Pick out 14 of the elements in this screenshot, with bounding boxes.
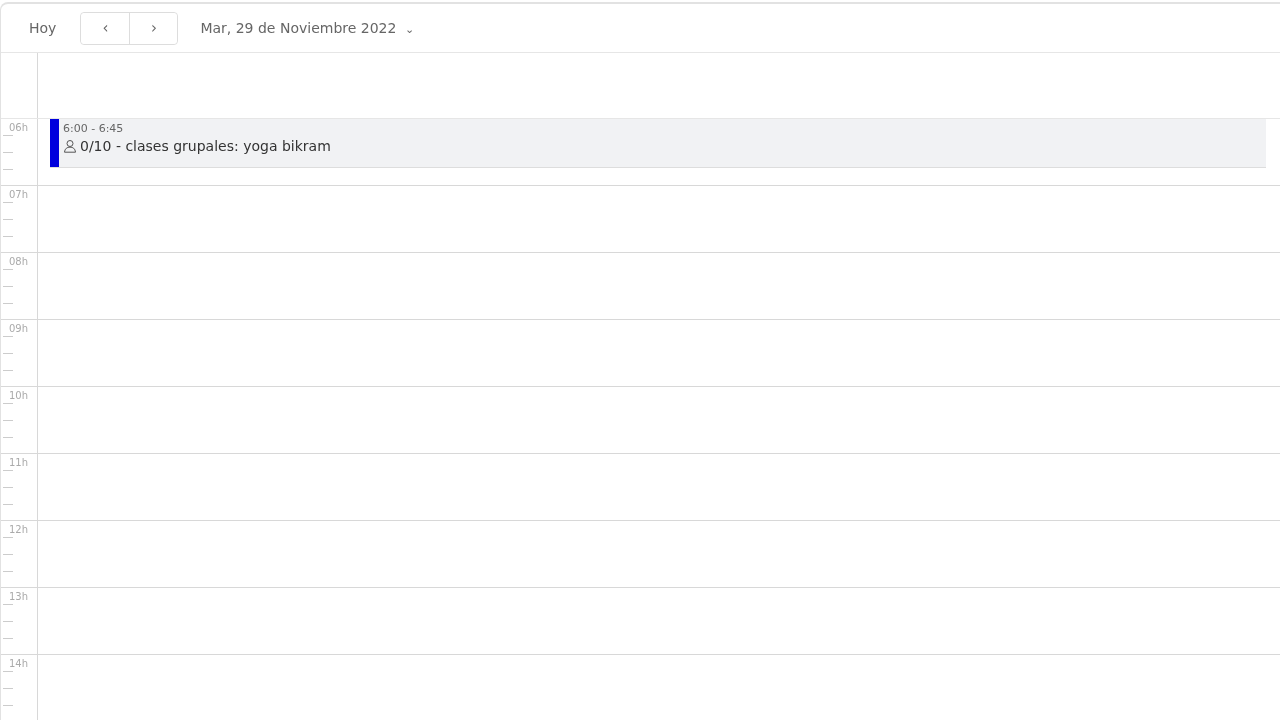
hour-label: 09h [9, 323, 29, 334]
event-card[interactable]: 6:00 - 6:45 0/10 - clases grupales: yoga bikram [50, 119, 1266, 168]
hour-label: 14h [9, 658, 29, 669]
hour-label: 13h [9, 591, 29, 602]
hour-label: 11h [9, 457, 29, 468]
hour-label: 07h [9, 189, 29, 200]
hour-label: 10h [9, 390, 29, 401]
next-button[interactable]: › [129, 12, 178, 44]
hour-label: 06h [9, 122, 29, 133]
event-time: 6:00 - 6:45 [63, 122, 125, 135]
hour-label: 12h [9, 524, 29, 535]
person-icon [63, 139, 77, 153]
hour-label: 08h [9, 256, 29, 267]
event-title: 0/10 - clases grupales: yoga bikram [80, 138, 331, 154]
